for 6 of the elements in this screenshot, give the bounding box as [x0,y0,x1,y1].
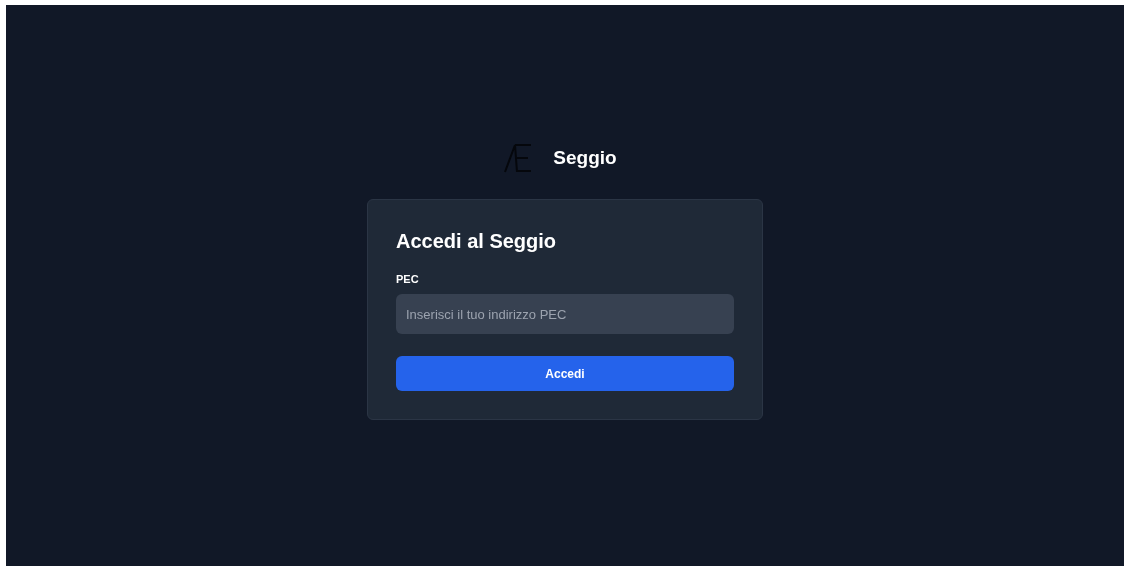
logo-icon [503,143,534,173]
login-button[interactable]: Accedi [396,356,734,391]
brand-name: Seggio [553,147,617,169]
field-label: PEC [396,273,419,285]
card-title: Accedi al Seggio [396,230,558,253]
pec-input-field[interactable]: Inserisci il tuo indirizzo PEC [396,294,734,334]
